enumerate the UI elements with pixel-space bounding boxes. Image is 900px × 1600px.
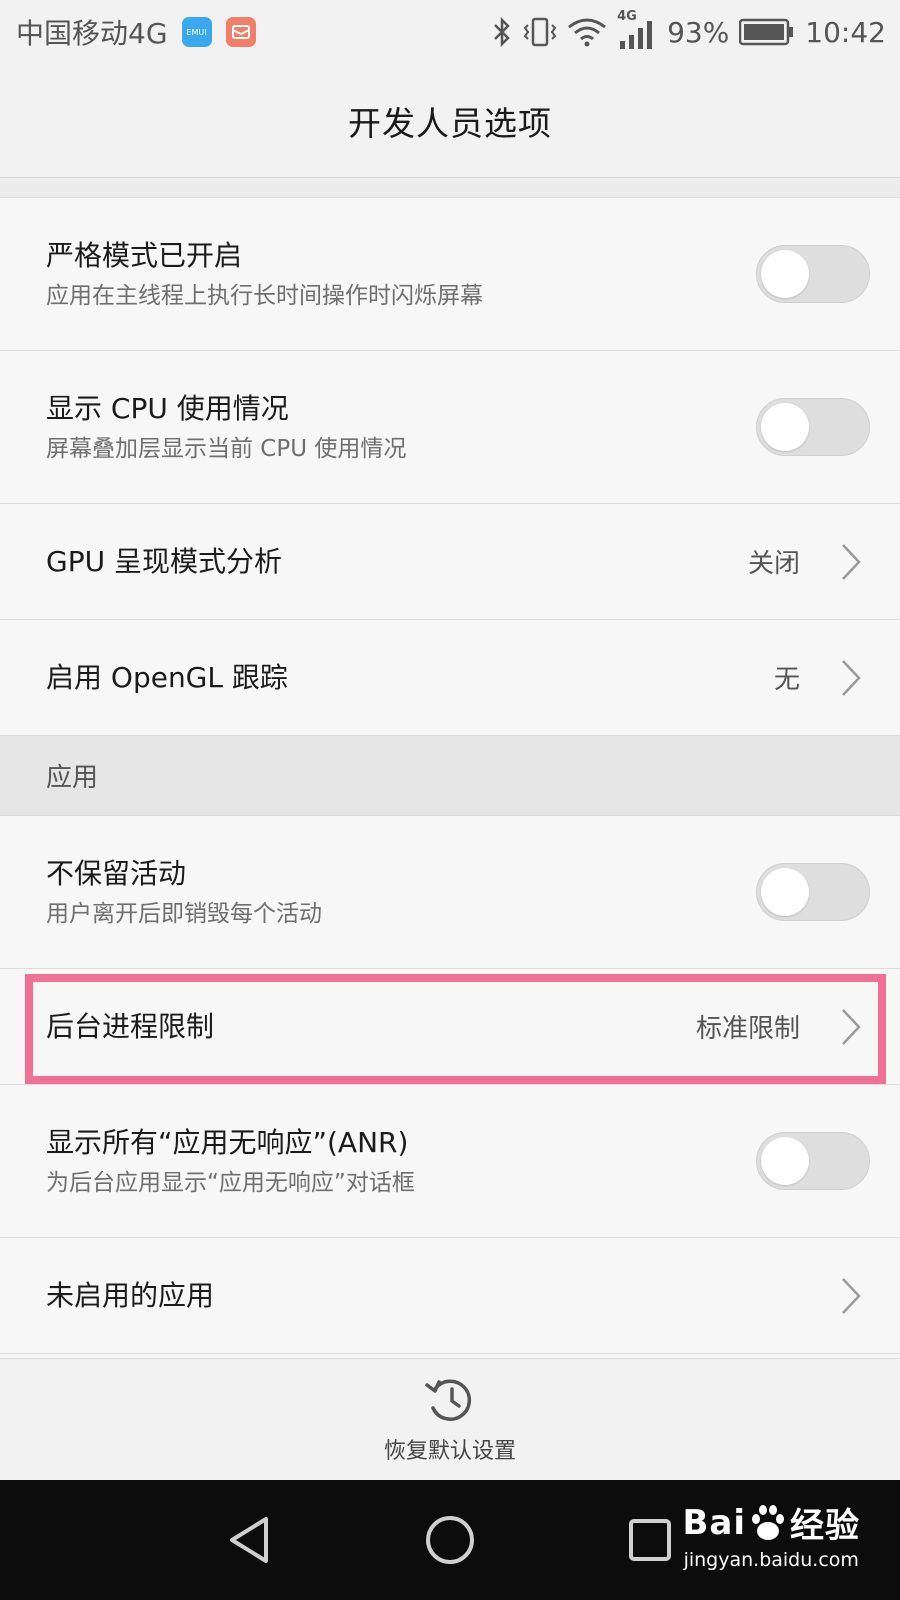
chevron-right-icon	[842, 1008, 861, 1045]
show-all-anrs-row[interactable]: 显示所有“应用无响应”(ANR) 为后台应用显示“应用无响应”对话框	[0, 1085, 900, 1238]
strict-mode-row[interactable]: 严格模式已开启 应用在主线程上执行长时间操作时闪烁屏幕	[0, 198, 900, 351]
toggle-knob	[761, 250, 809, 298]
restore-defaults-button[interactable]: 恢复默认设置	[0, 1358, 900, 1480]
developer-options-screen: 中国移动4G EMUI 4G 93% 10:42 开发人员选项 严格模式已开启 …	[0, 0, 900, 1600]
row-title: 不保留活动	[46, 857, 187, 890]
restore-defaults-label: 恢复默认设置	[383, 1438, 516, 1464]
strict-mode-toggle[interactable]	[756, 245, 870, 303]
back-button[interactable]	[200, 1480, 300, 1600]
row-text: GPU 呈现模式分析	[46, 504, 282, 620]
recents-icon	[629, 1519, 671, 1561]
opengl-trace-row[interactable]: 启用 OpenGL 跟踪 无	[0, 620, 900, 736]
mail-notification-icon	[225, 17, 256, 47]
watermark-brand-right: 经验	[790, 1506, 860, 1546]
row-title: 后台进程限制	[46, 1010, 215, 1043]
navigation-bar: Bai 经验 jingyan.baidu.com	[0, 1480, 900, 1600]
row-text: 显示所有“应用无响应”(ANR) 为后台应用显示“应用无响应”对话框	[46, 1121, 415, 1201]
row-subtitle: 用户离开后即销毁每个活动	[46, 901, 322, 927]
row-subtitle: 为后台应用显示“应用无响应”对话框	[46, 1170, 415, 1196]
watermark-url: jingyan.baidu.com	[683, 1549, 859, 1571]
row-title: 显示 CPU 使用情况	[46, 392, 289, 425]
signal-group: 4G	[617, 9, 657, 49]
home-button[interactable]	[400, 1480, 500, 1600]
row-text: 严格模式已开启 应用在主线程上执行长时间操作时闪烁屏幕	[46, 234, 483, 314]
battery-icon	[739, 18, 794, 46]
emui-notification-text: EMUI	[186, 27, 207, 37]
status-left: 中国移动4G EMUI	[16, 12, 256, 52]
row-text: 不保留活动 用户离开后即销毁每个活动	[46, 852, 322, 932]
settings-list: 严格模式已开启 应用在主线程上执行长时间操作时闪烁屏幕 显示 CPU 使用情况 …	[0, 198, 900, 1354]
show-all-anrs-toggle[interactable]	[756, 1132, 870, 1190]
page-title: 开发人员选项	[348, 103, 552, 143]
row-text: 未启用的应用	[46, 1238, 214, 1354]
carrier-label: 中国移动4G	[16, 17, 168, 50]
clock: 10:42	[805, 15, 886, 49]
row-subtitle: 屏幕叠加层显示当前 CPU 使用情况	[46, 436, 407, 462]
row-value: 关闭	[747, 549, 800, 579]
toggle-knob	[761, 403, 809, 451]
row-title: 严格模式已开启	[46, 239, 243, 272]
title-bar: 开发人员选项	[0, 64, 900, 178]
show-cpu-usage-toggle[interactable]	[756, 398, 870, 456]
row-value: 标准限制	[695, 1014, 800, 1044]
row-title: 显示所有“应用无响应”(ANR)	[46, 1126, 409, 1159]
watermark-logo: Bai 经验	[682, 1498, 860, 1547]
row-title: 启用 OpenGL 跟踪	[46, 661, 288, 694]
toggle-knob	[761, 868, 809, 916]
show-cpu-usage-row[interactable]: 显示 CPU 使用情况 屏幕叠加层显示当前 CPU 使用情况	[0, 351, 900, 504]
signal-strength-icon	[620, 21, 653, 49]
history-icon	[425, 1378, 472, 1421]
row-title: GPU 呈现模式分析	[46, 545, 282, 578]
row-title: 未启用的应用	[46, 1279, 215, 1312]
gpu-profiling-row[interactable]: GPU 呈现模式分析 关闭	[0, 504, 900, 620]
inactive-apps-row[interactable]: 未启用的应用	[0, 1238, 900, 1354]
back-icon	[230, 1517, 268, 1563]
row-text: 后台进程限制	[46, 969, 214, 1085]
row-text: 启用 OpenGL 跟踪	[46, 620, 288, 736]
baidu-jingyan-watermark: Bai 经验 jingyan.baidu.com	[682, 1498, 860, 1572]
dont-keep-activities-row[interactable]: 不保留活动 用户离开后即销毁每个活动	[0, 816, 900, 969]
row-subtitle: 应用在主线程上执行长时间操作时闪烁屏幕	[46, 283, 483, 309]
watermark-brand-left: Bai	[682, 1502, 746, 1543]
status-right: 4G 93% 10:42	[491, 9, 886, 49]
status-bar: 中国移动4G EMUI 4G 93% 10:42	[0, 0, 900, 64]
battery-percent: 93%	[667, 15, 730, 49]
toggle-knob	[761, 1137, 809, 1185]
chevron-right-icon	[842, 543, 861, 580]
emui-notification-icon: EMUI	[181, 17, 212, 47]
bluetooth-icon	[494, 16, 510, 48]
row-value: 无	[773, 665, 800, 695]
dont-keep-activities-toggle[interactable]	[756, 863, 870, 921]
vibrate-icon	[523, 17, 557, 47]
row-text: 显示 CPU 使用情况 屏幕叠加层显示当前 CPU 使用情况	[46, 387, 406, 467]
paw-icon	[752, 1504, 784, 1540]
chevron-right-icon	[842, 659, 861, 696]
wifi-icon	[568, 18, 606, 47]
section-label: 应用	[46, 763, 99, 793]
section-header-apps: 应用	[0, 736, 900, 816]
background-process-limit-row[interactable]: 后台进程限制 标准限制	[0, 969, 900, 1085]
home-icon	[426, 1516, 474, 1564]
chevron-right-icon	[842, 1277, 861, 1314]
list-top-spacer	[0, 178, 900, 198]
